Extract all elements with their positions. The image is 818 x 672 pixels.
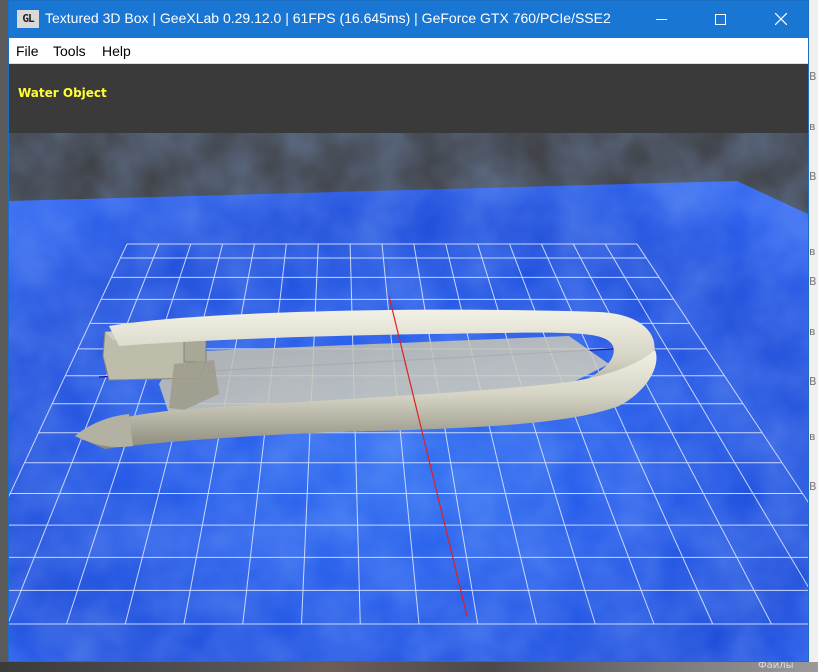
title-bar[interactable]: GL Textured 3D Box | GeeXLab 0.29.12.0 |… <box>9 1 808 38</box>
menu-bar: File Tools Help <box>9 38 808 64</box>
close-button[interactable] <box>758 1 804 38</box>
menu-help[interactable]: Help <box>102 43 131 59</box>
window-title: Textured 3D Box | GeeXLab 0.29.12.0 | 61… <box>45 10 611 26</box>
background-taskbar-strip <box>0 662 818 672</box>
menu-file[interactable]: File <box>16 43 39 59</box>
app-window: GL Textured 3D Box | GeeXLab 0.29.12.0 |… <box>8 0 809 662</box>
3d-scene <box>9 181 808 661</box>
maximize-button[interactable] <box>698 1 744 38</box>
close-icon <box>775 13 787 25</box>
minimize-button[interactable] <box>638 1 684 38</box>
menu-tools[interactable]: Tools <box>53 43 86 59</box>
app-icon: GL <box>17 10 39 28</box>
3d-viewport[interactable]: Water Object <box>9 64 808 661</box>
scene-label: Water Object <box>18 86 107 100</box>
background-desktop-strip: B в B в B в B в B <box>808 0 818 672</box>
